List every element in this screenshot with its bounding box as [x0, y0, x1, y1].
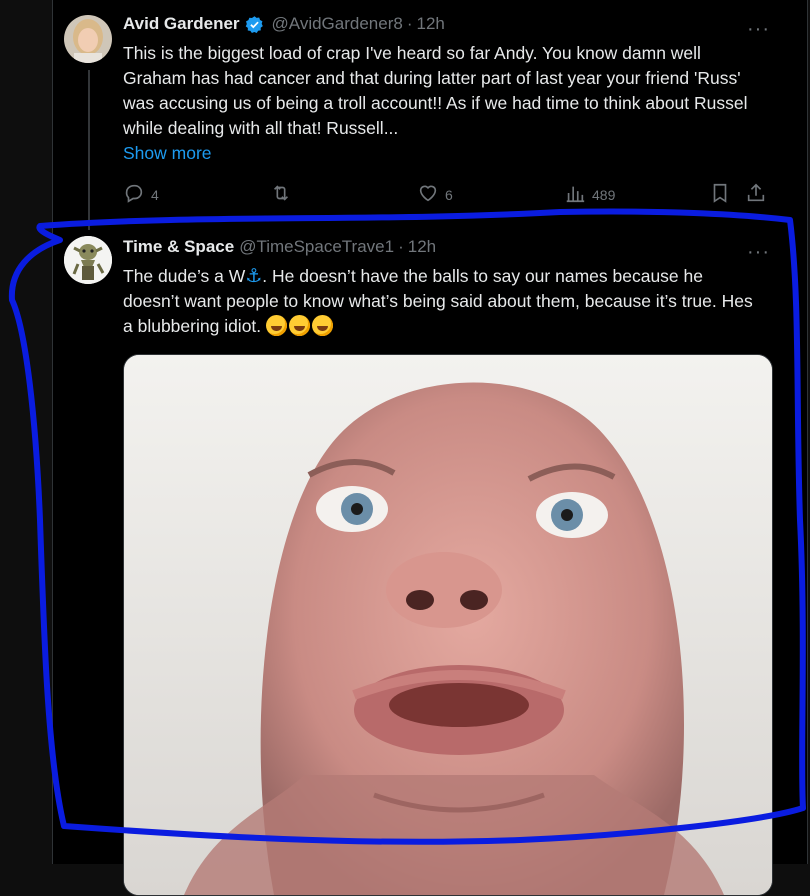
views-button[interactable]: 489 [564, 182, 615, 207]
reply-icon [123, 182, 151, 207]
anchor-emoji: ⚓ [245, 266, 263, 287]
avatar-avid-gardener[interactable] [64, 15, 112, 63]
rolling-laughing-emoji [266, 315, 288, 336]
reply-button[interactable]: 4 [123, 182, 159, 207]
reply-count: 4 [151, 186, 159, 203]
tweet-text-part1: The dude’s a W [123, 266, 246, 286]
thread-line [88, 70, 90, 230]
bookmark-icon [709, 182, 737, 207]
rolling-laughing-emoji [312, 315, 334, 336]
verified-badge-icon [245, 15, 264, 34]
timestamp[interactable]: 12h [417, 14, 445, 34]
heart-icon [417, 182, 445, 207]
share-icon [745, 182, 773, 207]
repost-button[interactable] [270, 182, 298, 207]
tweet-media-image[interactable] [123, 354, 773, 896]
separator-dot: · [398, 237, 404, 256]
user-handle[interactable]: @AvidGardener8 [272, 14, 403, 34]
tweet-text: The dude’s a W⚓. He doesn’t have the bal… [123, 264, 763, 339]
tweet-header: Avid Gardener @AvidGardener8 · 12h [123, 14, 445, 34]
more-options-icon[interactable]: ··· [747, 242, 770, 262]
tweet-text: This is the biggest load of crap I've he… [123, 43, 748, 138]
views-count: 489 [592, 186, 616, 203]
share-button[interactable] [745, 182, 773, 207]
avatar-time-and-space[interactable] [64, 236, 112, 284]
rolling-laughing-emoji [289, 315, 311, 336]
separator-dot: · [406, 14, 413, 33]
views-icon [564, 182, 592, 207]
tweet-actions: 4 6 489 [123, 182, 768, 206]
more-options-icon[interactable]: ··· [747, 19, 770, 39]
show-more-link[interactable]: Show more [123, 143, 212, 164]
like-count: 6 [445, 186, 453, 203]
display-name[interactable]: Avid Gardener [123, 14, 240, 34]
user-handle[interactable]: @TimeSpaceTrave1 [239, 237, 394, 257]
repost-icon [270, 182, 298, 207]
display-name[interactable]: Time & Space [123, 237, 234, 257]
like-button[interactable]: 6 [417, 182, 453, 207]
timestamp[interactable]: 12h [408, 237, 436, 257]
bookmark-button[interactable] [709, 182, 737, 207]
tweet-header: Time & Space @TimeSpaceTrave1 · 12h [123, 237, 436, 257]
